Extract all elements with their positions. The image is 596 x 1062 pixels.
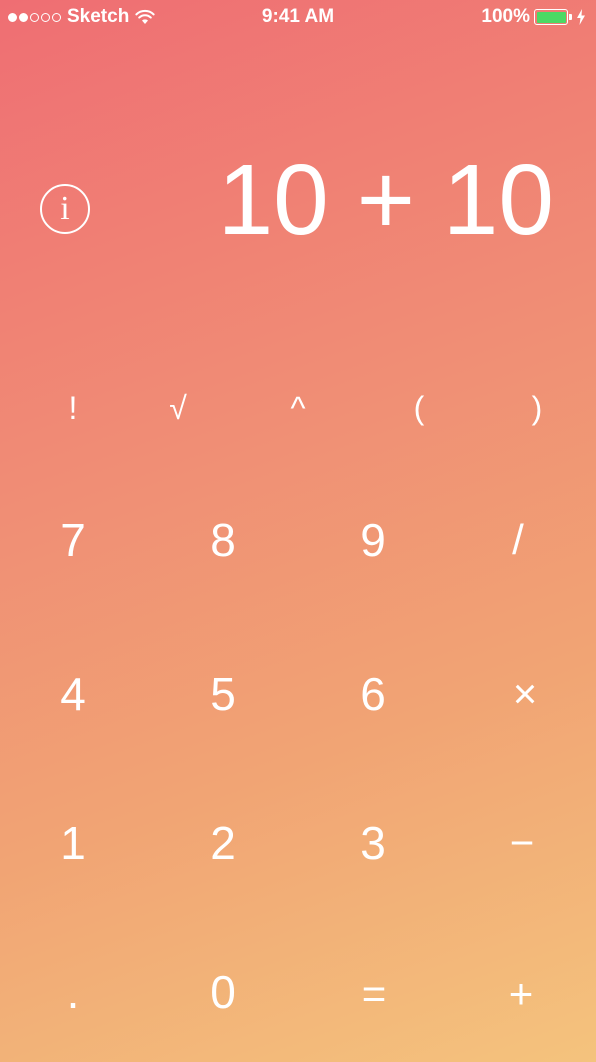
digit-0-key[interactable]: 0 [173, 957, 273, 1027]
digit-9-label: 9 [360, 514, 386, 566]
decimal-key-label: . [66, 966, 80, 1018]
equals-key[interactable]: = [324, 959, 424, 1029]
digit-7-key[interactable]: 7 [23, 505, 123, 575]
digit-2-label: 2 [210, 817, 236, 869]
digit-5-key[interactable]: 5 [173, 659, 273, 729]
sqrt-key-label: √ [169, 390, 187, 426]
subtract-key-label: − [509, 819, 535, 866]
multiply-key-label: × [512, 670, 538, 717]
digit-1-label: 1 [60, 817, 86, 869]
battery-icon [534, 9, 572, 25]
status-bar: Sketch 9:41 AM 100% [0, 0, 596, 34]
equals-key-label: = [361, 970, 387, 1017]
digit-3-label: 3 [360, 817, 386, 869]
digit-7-label: 7 [60, 514, 86, 566]
digit-9-key[interactable]: 9 [323, 505, 423, 575]
info-icon: i [60, 190, 70, 227]
decimal-key[interactable]: . [23, 957, 123, 1027]
digit-8-key[interactable]: 8 [173, 505, 273, 575]
status-right: 100% [481, 6, 586, 28]
factorial-key-label: ! [68, 390, 78, 426]
open-paren-key[interactable]: ( [369, 373, 469, 443]
add-key-label: + [508, 970, 534, 1017]
info-button[interactable]: i [40, 184, 90, 234]
add-key[interactable]: + [471, 959, 571, 1029]
battery-fill [536, 11, 566, 23]
digit-6-key[interactable]: 6 [323, 659, 423, 729]
battery-percent: 100% [481, 6, 530, 27]
expression-display: 10 + 10 [217, 144, 554, 256]
subtract-key[interactable]: − [472, 808, 572, 878]
digit-6-label: 6 [360, 668, 386, 720]
power-key[interactable]: ^ [248, 373, 348, 443]
open-paren-key-label: ( [413, 390, 425, 426]
charging-bolt-icon [577, 9, 585, 25]
factorial-key[interactable]: ! [23, 373, 123, 443]
digit-3-key[interactable]: 3 [323, 808, 423, 878]
digit-8-label: 8 [210, 514, 236, 566]
digit-2-key[interactable]: 2 [173, 808, 273, 878]
multiply-key[interactable]: × [475, 659, 575, 729]
close-paren-key-label: ) [531, 390, 543, 426]
digit-4-key[interactable]: 4 [23, 659, 123, 729]
digit-5-label: 5 [210, 668, 236, 720]
close-paren-key[interactable]: ) [487, 373, 587, 443]
divide-key[interactable]: / [468, 505, 568, 575]
divide-key-label: / [512, 516, 524, 563]
digit-0-label: 0 [210, 966, 236, 1018]
digit-4-label: 4 [60, 668, 86, 720]
power-key-label: ^ [290, 390, 306, 426]
sqrt-key[interactable]: √ [128, 373, 228, 443]
digit-1-key[interactable]: 1 [23, 808, 123, 878]
